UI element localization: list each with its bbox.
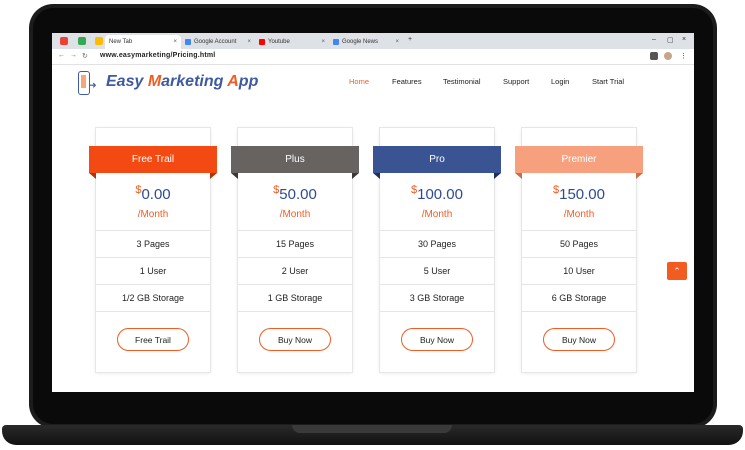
tab-label: Google Account [194,39,237,45]
extensions-icon[interactable] [650,52,658,60]
google-favicon-icon [185,39,191,45]
minimize-button[interactable]: – [652,36,656,43]
feature-pages: 50 Pages [522,230,636,257]
tab-label: Youtube [268,39,290,45]
maximize-button[interactable]: ▢ [667,36,674,44]
nav-start-trial[interactable]: Start Trial [592,77,624,86]
pricing-card-premier: Premier $150.00 /Month 50 Pages 10 User … [515,128,643,372]
price-period: /Month [563,209,595,220]
close-window-button[interactable]: × [682,36,686,43]
plan-ribbon: Free Trail [89,146,217,179]
close-tab-icon[interactable]: × [173,39,177,45]
site-logo[interactable]: Easy Marketing App [106,73,258,91]
plan-ribbon: Plus [231,146,359,179]
feature-users: 5 User [380,257,494,284]
nav-features[interactable]: Features [392,77,422,86]
feature-storage: 6 GB Storage [522,284,636,312]
feature-users: 2 User [238,257,352,284]
pricing-card-pro: Pro $100.00 /Month 30 Pages 5 User 3 GB … [373,128,501,372]
browser-menu-icon[interactable]: ⋮ [680,52,687,60]
tab-google-news[interactable]: Google News × [329,35,403,49]
meet-pinned-tab-icon[interactable] [78,37,86,45]
plan-name: Plus [285,154,305,165]
nav-testimonial[interactable]: Testimonial [443,77,481,86]
logo-word-1: Easy [106,73,148,90]
feature-users: 1 User [96,257,210,284]
feature-storage: 1 GB Storage [238,284,352,312]
logo-letter-m: M [147,73,162,90]
price-period: /Month [137,209,169,220]
tab-bar: New Tab × Google Account × Youtube × Goo… [52,33,694,49]
plan-price: $100.00 [380,184,494,204]
reload-icon[interactable]: ↻ [82,52,88,60]
chevron-up-icon: ⌃ [673,265,681,276]
price-period: /Month [279,209,311,220]
forward-icon[interactable]: → [70,52,77,59]
currency-symbol: $ [552,184,560,196]
profile-avatar[interactable] [664,52,672,60]
price-amount: 50.00 [279,186,317,203]
logo-arrow-icon: ➜ [89,80,97,90]
buy-now-premier-button[interactable]: Buy Now [543,328,615,351]
buy-now-plus-button[interactable]: Buy Now [259,328,331,351]
scroll-to-top-button[interactable]: ⌃ [667,262,687,280]
youtube-favicon-icon [259,39,265,45]
tab-youtube[interactable]: Youtube × [255,35,329,49]
logo-word-2: arketing [161,73,228,90]
tab-google-account[interactable]: Google Account × [181,35,255,49]
plan-ribbon: Premier [515,146,643,179]
close-tab-icon[interactable]: × [247,39,251,45]
new-tab-button[interactable]: + [408,36,412,43]
url-input[interactable]: www.easymarketing/Pricing.html [100,52,215,59]
tab-label: New Tab [109,39,133,45]
feature-storage: 1/2 GB Storage [96,284,210,312]
pricing-card-free: Free Trail $0.00 /Month 3 Pages 1 User 1… [89,128,217,372]
close-tab-icon[interactable]: × [321,39,325,45]
price-period: /Month [421,209,453,220]
logo-letter-a: A [227,73,239,90]
plan-price: $0.00 [96,184,210,204]
news-favicon-icon [333,39,339,45]
plan-name: Premier [561,154,597,165]
feature-storage: 3 GB Storage [380,284,494,312]
laptop-screen: New Tab × Google Account × Youtube × Goo… [52,33,694,392]
plan-price: $150.00 [522,184,636,204]
feature-users: 10 User [522,257,636,284]
plan-name: Free Trail [131,154,175,165]
nav-login[interactable]: Login [551,77,569,86]
currency-symbol: $ [273,184,280,196]
plan-price: $50.00 [238,184,352,204]
plan-name: Pro [429,154,445,165]
tab-new-tab[interactable]: New Tab × [105,35,181,49]
drive-pinned-tab-icon[interactable] [95,37,103,45]
feature-pages: 30 Pages [380,230,494,257]
currency-symbol: $ [135,184,142,196]
feature-pages: 15 Pages [238,230,352,257]
laptop-notch [292,425,452,433]
free-trail-button[interactable]: Free Trail [117,328,189,351]
nav-support[interactable]: Support [503,77,529,86]
pricing-card-plus: Plus $50.00 /Month 15 Pages 2 User 1 GB … [231,128,359,372]
price-amount: 0.00 [141,186,171,203]
nav-home[interactable]: Home [349,77,369,86]
plan-ribbon: Pro [373,146,501,179]
logo-word-3: pp [238,73,259,90]
tab-label: Google News [342,39,379,45]
address-bar: ← → ↻ www.easymarketing/Pricing.html ⋮ [52,49,694,65]
gmail-pinned-tab-icon[interactable] [60,37,68,45]
currency-symbol: $ [410,184,418,196]
buy-now-pro-button[interactable]: Buy Now [401,328,473,351]
back-icon[interactable]: ← [58,52,65,59]
price-amount: 150.00 [559,186,605,203]
price-amount: 100.00 [417,186,463,203]
close-tab-icon[interactable]: × [395,39,399,45]
feature-pages: 3 Pages [96,230,210,257]
